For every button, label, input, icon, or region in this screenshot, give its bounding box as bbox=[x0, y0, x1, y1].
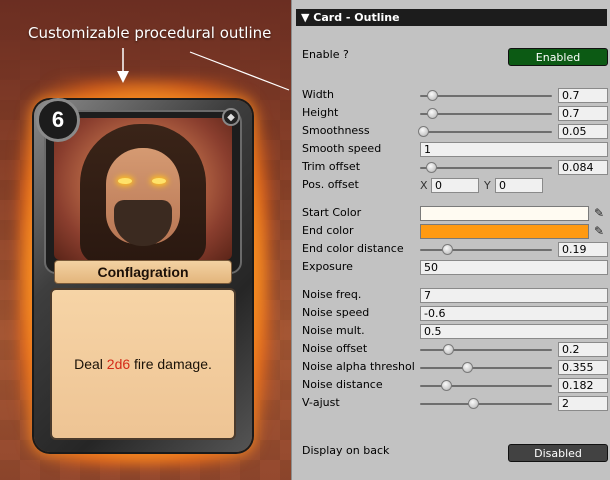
end-color-distance-slider-track[interactable] bbox=[420, 249, 552, 251]
trim-offset-slider-thumb[interactable] bbox=[426, 162, 437, 173]
portrait-face bbox=[106, 148, 180, 246]
v-ajust-slider-thumb[interactable] bbox=[468, 398, 479, 409]
portrait-beard bbox=[114, 200, 172, 246]
noise-freq-input[interactable]: 7 bbox=[420, 288, 608, 303]
noise-alpha-threshold-input[interactable]: 0.355 bbox=[558, 360, 608, 375]
noise-freq-label: Noise freq. bbox=[302, 288, 362, 301]
height-slider-track[interactable] bbox=[420, 113, 552, 115]
end-color-distance-label: End color distance bbox=[302, 242, 404, 255]
annotation-arrows bbox=[117, 48, 290, 91]
height-slider-thumb[interactable] bbox=[427, 108, 438, 119]
noise-alpha-threshold-slider-thumb[interactable] bbox=[462, 362, 473, 373]
width-input[interactable]: 0.7 bbox=[558, 88, 608, 103]
portrait-eye-right bbox=[152, 178, 166, 184]
exposure-label: Exposure bbox=[302, 260, 353, 273]
card-description: Deal 2d6 fire damage. bbox=[74, 356, 212, 372]
card-text-after: fire damage. bbox=[130, 356, 212, 372]
smoothness-slider-track[interactable] bbox=[420, 131, 552, 133]
exposure-input[interactable]: 50 bbox=[420, 260, 608, 275]
card-text-before: Deal bbox=[74, 356, 107, 372]
noise-offset-slider-track[interactable] bbox=[420, 349, 552, 351]
noise-mult-input[interactable]: 0.5 bbox=[420, 324, 608, 339]
noise-alpha-threshold-label: Noise alpha threshol bbox=[302, 360, 415, 373]
card-text-box: Deal 2d6 fire damage. bbox=[50, 288, 236, 440]
component-title: ▼ Card - Outline bbox=[301, 11, 400, 24]
trim-offset-input[interactable]: 0.084 bbox=[558, 160, 608, 175]
width-slider-track[interactable] bbox=[420, 95, 552, 97]
scene-caption: Customizable procedural outline bbox=[28, 24, 272, 42]
pos-offset-x-input[interactable]: 0 bbox=[431, 178, 479, 193]
component-header[interactable]: ▼ Card - Outline bbox=[296, 9, 607, 26]
height-input[interactable]: 0.7 bbox=[558, 106, 608, 121]
smooth-speed-input[interactable]: 1 bbox=[420, 142, 608, 157]
pos-offset-x-label: X bbox=[420, 179, 428, 192]
start-color-swatch[interactable] bbox=[420, 206, 589, 221]
card-name: Conflagration bbox=[97, 264, 189, 280]
inspector-panel: ▼ Card - Outline Enable ? Enabled Width … bbox=[291, 0, 610, 480]
noise-distance-input[interactable]: 0.182 bbox=[558, 378, 608, 393]
portrait-image bbox=[54, 118, 232, 260]
width-label: Width bbox=[302, 88, 334, 101]
noise-speed-label: Noise speed bbox=[302, 306, 370, 319]
noise-offset-slider-thumb[interactable] bbox=[443, 344, 454, 355]
arrow-to-inspector bbox=[189, 51, 290, 91]
end-color-distance-input[interactable]: 0.19 bbox=[558, 242, 608, 257]
v-ajust-input[interactable]: 2 bbox=[558, 396, 608, 411]
noise-distance-label: Noise distance bbox=[302, 378, 383, 391]
pos-offset-label: Pos. offset bbox=[302, 178, 359, 191]
smoothness-slider-thumb[interactable] bbox=[418, 126, 429, 137]
noise-speed-input[interactable]: -0.6 bbox=[420, 306, 608, 321]
v-ajust-label: V-ajust bbox=[302, 396, 340, 409]
smoothness-label: Smoothness bbox=[302, 124, 370, 137]
end-color-distance-slider-thumb[interactable] bbox=[442, 244, 453, 255]
card-name-plate: Conflagration bbox=[54, 260, 232, 284]
height-label: Height bbox=[302, 106, 339, 119]
trim-offset-label: Trim offset bbox=[302, 160, 361, 173]
pos-offset-y-label: Y bbox=[484, 179, 491, 192]
smooth-speed-label: Smooth speed bbox=[302, 142, 382, 155]
start-color-label: Start Color bbox=[302, 206, 362, 219]
start-color-eyedropper-icon[interactable]: ✎ bbox=[592, 206, 606, 220]
end-color-swatch[interactable] bbox=[420, 224, 589, 239]
diamond-icon: ◆ bbox=[222, 108, 240, 126]
card[interactable]: Conflagration 6 ◆ Deal 2d6 fire damage. bbox=[34, 98, 252, 452]
card-text-dice: 2d6 bbox=[106, 356, 131, 372]
noise-distance-slider-track[interactable] bbox=[420, 385, 552, 387]
smoothness-input[interactable]: 0.05 bbox=[558, 124, 608, 139]
noise-distance-slider-thumb[interactable] bbox=[441, 380, 452, 391]
noise-alpha-threshold-slider-track[interactable] bbox=[420, 367, 552, 369]
enable-toggle-button[interactable]: Enabled bbox=[508, 48, 608, 66]
end-color-eyedropper-icon[interactable]: ✎ bbox=[592, 224, 606, 238]
display-on-back-label: Display on back bbox=[302, 444, 390, 457]
display-on-back-toggle-button[interactable]: Disabled bbox=[508, 444, 608, 462]
v-ajust-slider-track[interactable] bbox=[420, 403, 552, 405]
end-color-label: End color bbox=[302, 224, 354, 237]
trim-offset-slider-track[interactable] bbox=[420, 167, 552, 169]
width-slider-thumb[interactable] bbox=[427, 90, 438, 101]
pos-offset-y-input[interactable]: 0 bbox=[495, 178, 543, 193]
noise-mult-label: Noise mult. bbox=[302, 324, 365, 337]
portrait-eye-left bbox=[118, 178, 132, 184]
enable-label: Enable ? bbox=[302, 48, 349, 61]
noise-offset-label: Noise offset bbox=[302, 342, 368, 355]
scene-view: Conflagration 6 ◆ Deal 2d6 fire damage. … bbox=[0, 0, 291, 480]
noise-offset-input[interactable]: 0.2 bbox=[558, 342, 608, 357]
